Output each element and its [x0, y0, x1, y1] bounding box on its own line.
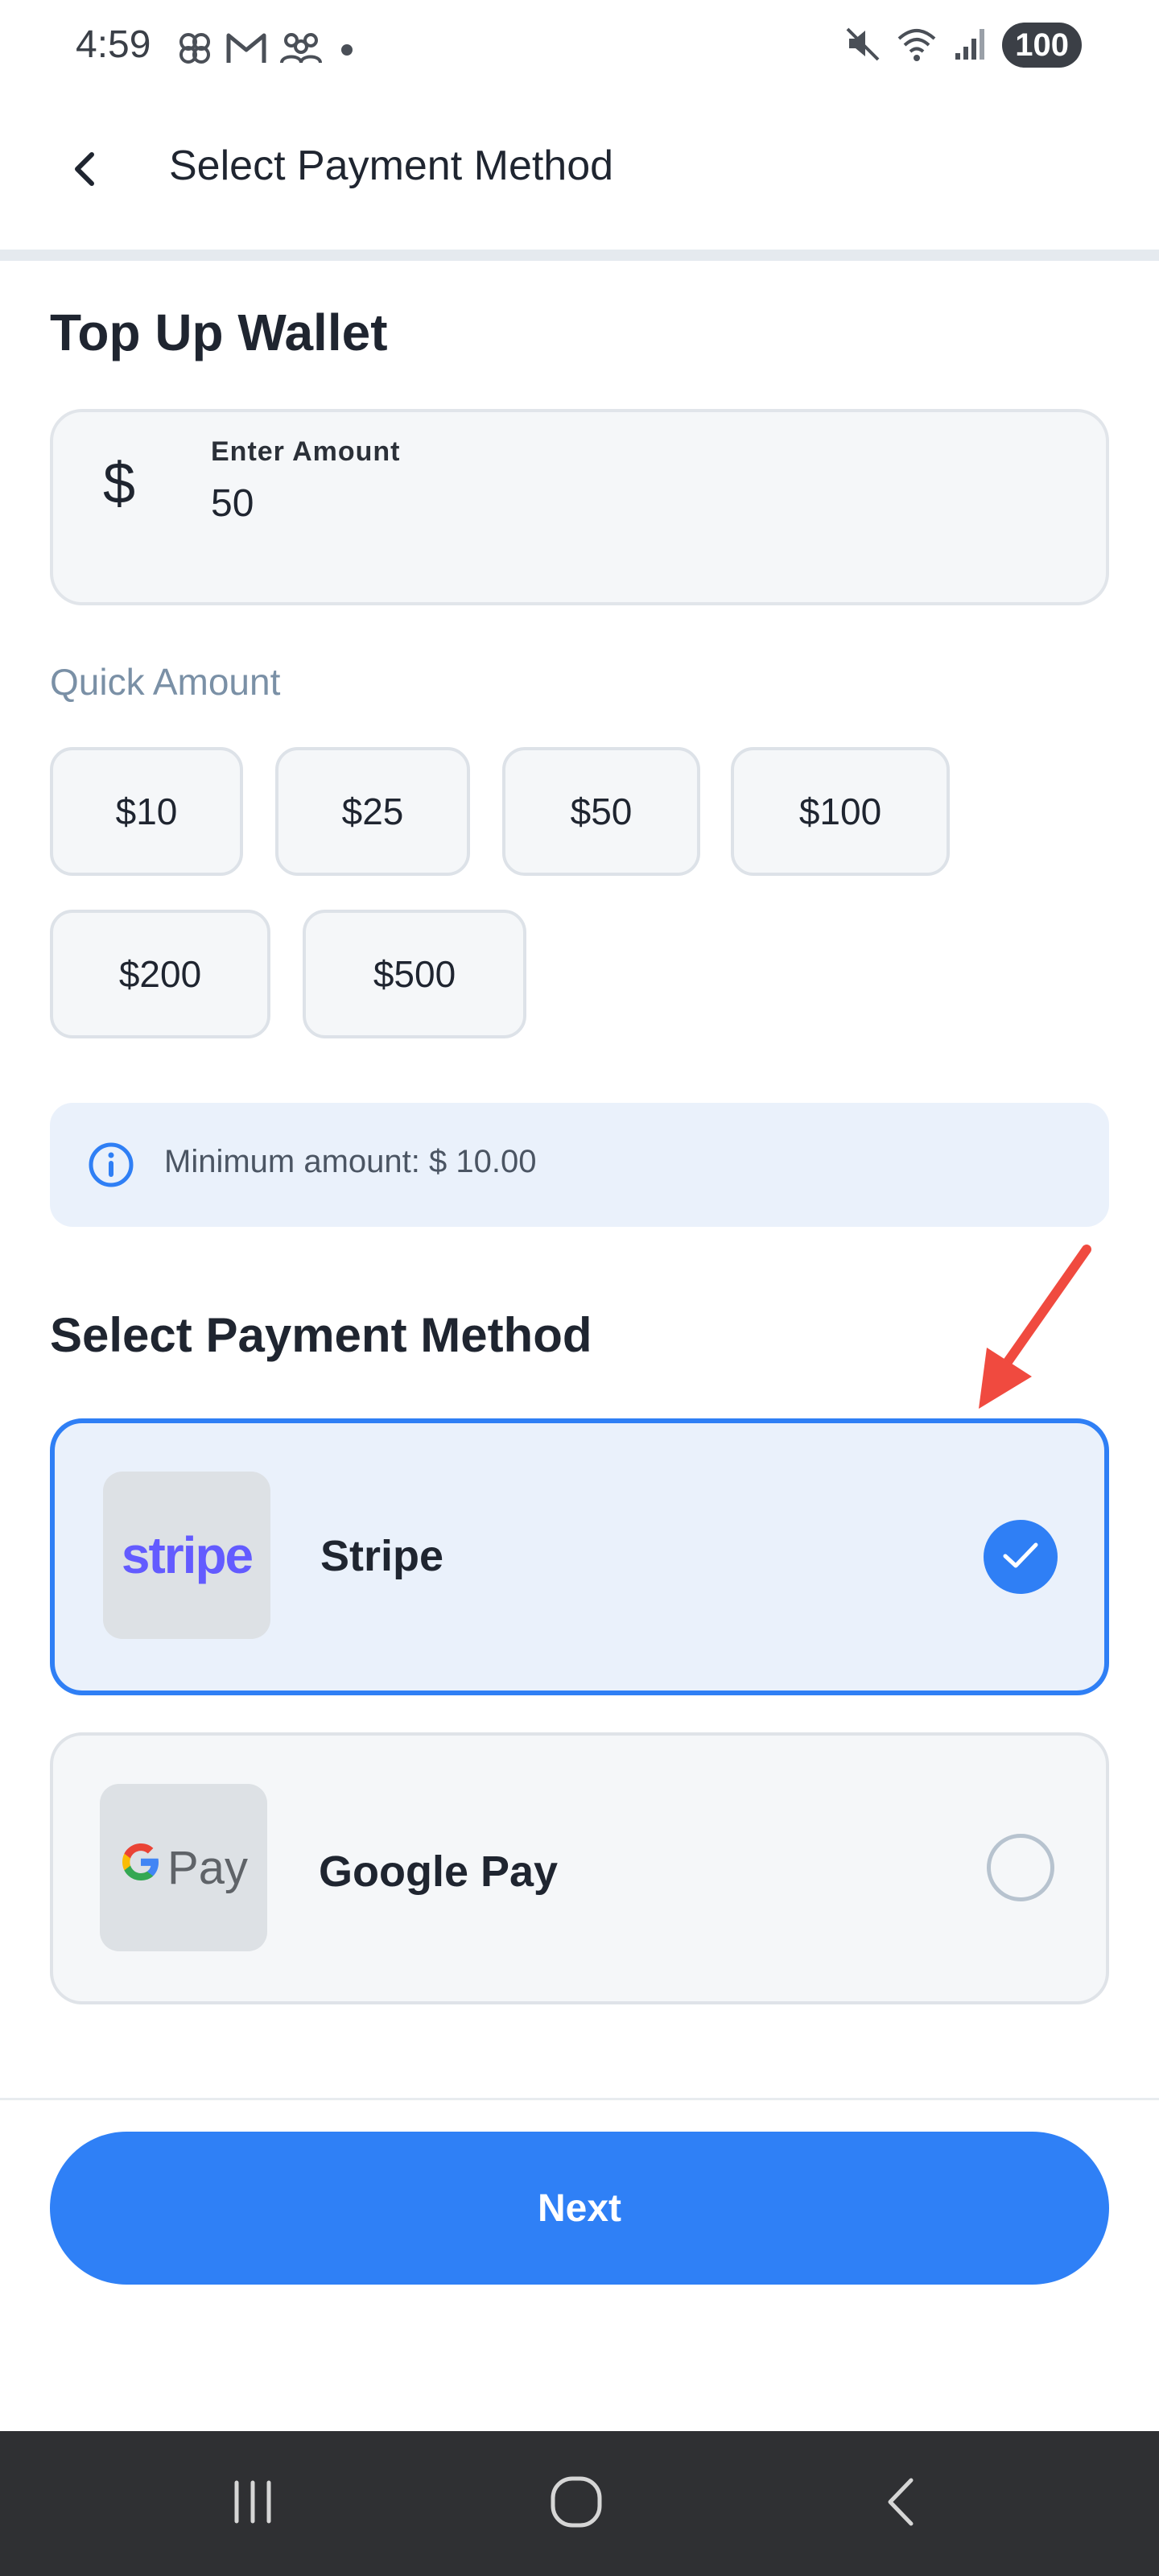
quick-amount-500[interactable]: $500	[303, 910, 526, 1038]
mute-icon	[844, 24, 883, 67]
recents-icon	[227, 2478, 278, 2530]
payment-method-heading: Select Payment Method	[50, 1308, 592, 1362]
battery-indicator: 100	[1002, 23, 1082, 68]
payment-method-name: Stripe	[320, 1532, 444, 1580]
app-bar-divider	[0, 250, 1159, 261]
minimum-amount-text: Minimum amount: $ 10.00	[164, 1144, 537, 1179]
footer-divider	[0, 2098, 1159, 2100]
top-up-heading: Top Up Wallet	[50, 303, 388, 361]
payment-option-google-pay[interactable]: Pay Google Pay	[50, 1732, 1109, 2004]
stripe-radio-selected[interactable]	[984, 1520, 1058, 1594]
nav-back-button[interactable]	[861, 2471, 942, 2536]
google-pay-logo: Pay	[100, 1784, 267, 1951]
currency-symbol: $	[103, 452, 136, 516]
notification-icons	[175, 29, 359, 68]
next-button[interactable]: Next	[50, 2132, 1109, 2285]
quick-amount-label: Quick Amount	[50, 661, 281, 703]
people-icon	[278, 31, 324, 66]
gmail-icon	[225, 31, 267, 66]
recents-button[interactable]	[212, 2471, 293, 2536]
status-time: 4:59	[76, 23, 151, 66]
quick-amount-25[interactable]: $25	[275, 747, 470, 876]
info-icon	[87, 1141, 135, 1193]
dot-icon	[335, 31, 359, 66]
back-button[interactable]	[53, 138, 118, 203]
amount-field[interactable]: $ Enter Amount	[50, 409, 1109, 605]
annotation-arrow	[979, 1245, 1091, 1409]
stripe-logo-text: stripe	[121, 1526, 254, 1584]
checkmark-icon	[1001, 1539, 1040, 1575]
home-icon	[548, 2474, 604, 2534]
minimum-amount-banner: Minimum amount: $ 10.00	[50, 1103, 1109, 1227]
back-arrow-icon	[69, 150, 101, 192]
wifi-icon	[896, 24, 941, 67]
page-title: Select Payment Method	[169, 142, 614, 189]
stripe-logo: stripe	[103, 1472, 270, 1639]
google-pay-logo-mark: Pay	[119, 1840, 248, 1895]
amount-input[interactable]	[211, 481, 935, 526]
home-button[interactable]	[536, 2471, 617, 2536]
nav-back-icon	[882, 2475, 921, 2533]
amount-label: Enter Amount	[211, 436, 401, 467]
status-bar: 4:59 100	[0, 0, 1159, 97]
quick-amount-50[interactable]: $50	[502, 747, 700, 876]
payment-method-name: Google Pay	[319, 1847, 559, 1896]
system-icons: 100	[844, 23, 1082, 68]
signal-icon	[954, 24, 989, 67]
pinwheel-icon	[175, 29, 214, 68]
system-nav-bar	[0, 2431, 1159, 2576]
quick-amount-200[interactable]: $200	[50, 910, 270, 1038]
google-g-icon	[119, 1840, 163, 1895]
quick-amount-10[interactable]: $10	[50, 747, 243, 876]
google-pay-radio[interactable]	[987, 1834, 1054, 1901]
payment-option-stripe[interactable]: stripe Stripe	[50, 1418, 1109, 1695]
quick-amount-100[interactable]: $100	[731, 747, 950, 876]
google-pay-logo-text: Pay	[167, 1841, 248, 1894]
app-bar: Select Payment Method	[0, 97, 1159, 250]
